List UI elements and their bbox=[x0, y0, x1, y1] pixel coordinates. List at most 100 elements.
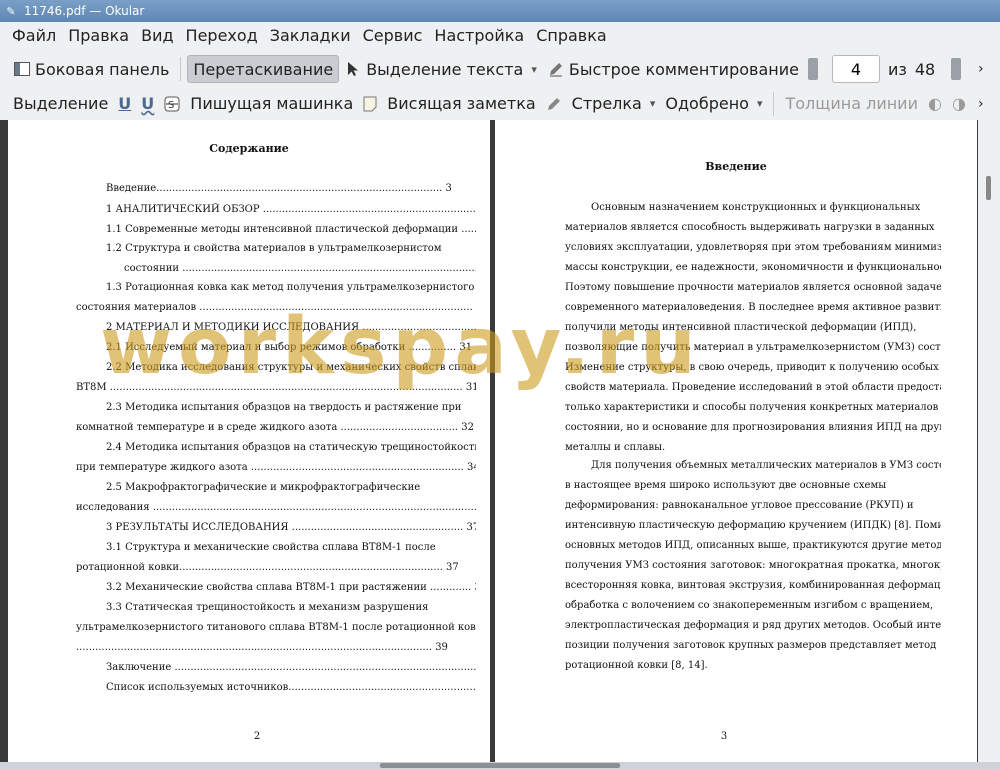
toc-entry[interactable]: 3.3 Статическая трещиностойкость и механ… bbox=[106, 601, 476, 615]
chevron-down-icon[interactable]: ▾ bbox=[650, 97, 656, 110]
text-line: Поэтому повышение прочности материалов я… bbox=[565, 282, 941, 293]
page-of-label: из bbox=[887, 59, 907, 79]
toc-entry[interactable]: Заключение .............................… bbox=[106, 661, 476, 675]
toc-entry[interactable]: состояния материалов ...................… bbox=[76, 301, 476, 315]
toc-entry[interactable]: 2.2 Методика исследования структуры и ме… bbox=[106, 361, 476, 375]
toc-entry[interactable]: 1.1 Современные методы интенсивной пласт… bbox=[106, 223, 476, 237]
text-line: всесторонняя ковка, винтовая экструзия, … bbox=[565, 580, 941, 591]
toolbar-overflow-icon[interactable]: › bbox=[978, 96, 984, 112]
toc-entry[interactable]: Список используемых источников..........… bbox=[106, 681, 476, 695]
text-line: материалов является способность выдержив… bbox=[565, 222, 935, 233]
text-line: свойств материала. Проведение исследован… bbox=[565, 382, 941, 393]
toc-heading: Содержание bbox=[209, 142, 289, 155]
page-number-input[interactable] bbox=[831, 55, 880, 83]
toc-entry[interactable]: комнатной температуре и в среде жидкого … bbox=[76, 421, 476, 435]
squiggly-underline-icon[interactable]: U bbox=[136, 90, 159, 118]
toc-entry[interactable]: 2.1 Исследуемый материал и выбор режимов… bbox=[106, 341, 476, 355]
selection-tool-button[interactable]: Выделение bbox=[8, 90, 113, 118]
fill-color-icon[interactable]: ◑ bbox=[947, 90, 971, 118]
previous-page-icon[interactable] bbox=[807, 58, 818, 80]
title-bar: ✎ 11746.pdf — Okular bbox=[0, 0, 1000, 22]
toc-entry[interactable]: 1.3 Ротационная ковка как метод получени… bbox=[106, 281, 476, 295]
text-line: основных методов ИПД, описанных выше, пр… bbox=[565, 540, 941, 551]
toc-entry[interactable]: исследования ...........................… bbox=[76, 501, 476, 515]
text-line: условиях эксплуатации, удовлетворяя при … bbox=[565, 242, 941, 253]
text-line: обработка с волочением со знакопеременны… bbox=[565, 600, 934, 611]
toc-entry[interactable]: 1.2 Структура и свойства материалов в ул… bbox=[106, 242, 476, 256]
menu-edit[interactable]: Правка bbox=[62, 22, 135, 50]
toc-entry[interactable]: 2.3 Методика испытания образцов на тверд… bbox=[106, 401, 476, 415]
text-select-button[interactable]: Выделение текста ▾ bbox=[339, 55, 542, 83]
text-line: позволяющие получить материал в ультраме… bbox=[565, 342, 941, 353]
page-number: 2 bbox=[253, 731, 261, 742]
menu-file[interactable]: Файл bbox=[6, 22, 62, 50]
drag-mode-button[interactable]: Перетаскивание bbox=[187, 55, 340, 83]
highlighter-icon[interactable] bbox=[541, 90, 567, 118]
okular-app-icon[interactable]: ✎ bbox=[4, 4, 18, 18]
chevron-down-icon[interactable]: ▾ bbox=[757, 97, 763, 110]
menu-help[interactable]: Справка bbox=[530, 22, 613, 50]
toc-entry[interactable]: 2 МАТЕРИАЛ И МЕТОДИКИ ИССЛЕДОВАНИЯ .....… bbox=[106, 321, 476, 335]
typewriter-button[interactable]: Пишущая машинка bbox=[185, 90, 358, 118]
text-select-label: Выделение текста bbox=[366, 59, 524, 79]
intro-heading: Введение bbox=[705, 160, 767, 173]
toc-entry[interactable]: состоянии ..............................… bbox=[124, 262, 476, 276]
text-line: Изменение структуры, в свою очередь, при… bbox=[565, 362, 939, 373]
next-page-icon[interactable] bbox=[951, 58, 962, 80]
stamp-button[interactable]: Одобрено ▾ bbox=[660, 90, 767, 118]
menu-bar: Файл Правка Вид Переход Закладки Сервис … bbox=[0, 22, 1000, 50]
arrow-tool-button[interactable]: Стрелка ▾ bbox=[567, 90, 661, 118]
text-line: Основным назначением конструкционных и ф… bbox=[591, 202, 921, 213]
quick-comment-button[interactable]: Быстрое комментирование bbox=[542, 55, 804, 83]
toc-entry[interactable]: 3 РЕЗУЛЬТАТЫ ИССЛЕДОВАНИЯ ..............… bbox=[106, 521, 476, 535]
text-line: только характеристики и способы получени… bbox=[565, 402, 941, 413]
hanging-note-button[interactable]: Висящая заметка bbox=[382, 90, 540, 118]
toc-entry[interactable]: ........................................… bbox=[76, 641, 476, 655]
toc-entry[interactable]: 3.1 Структура и механические свойства сп… bbox=[106, 541, 476, 555]
toc-entry[interactable]: ВТ8М ...................................… bbox=[76, 381, 476, 395]
strikeout-icon[interactable]: S bbox=[159, 90, 185, 118]
underline-icon[interactable]: U bbox=[113, 90, 136, 118]
svg-text:S: S bbox=[168, 100, 174, 111]
text-line: получения УМЗ состояния заготовок: много… bbox=[565, 560, 941, 571]
toc-entry[interactable]: ротационной ковки.......................… bbox=[76, 561, 476, 575]
vertical-scroll-thumb[interactable] bbox=[986, 176, 991, 200]
horizontal-scroll-thumb[interactable] bbox=[380, 763, 620, 768]
menu-settings[interactable]: Настройка bbox=[428, 22, 530, 50]
cursor-arrow-icon bbox=[344, 60, 362, 78]
toc-entry[interactable]: 2.4 Методика испытания образцов на стати… bbox=[106, 441, 476, 455]
toc-entry[interactable]: Введение................................… bbox=[106, 182, 476, 196]
pen-icon bbox=[547, 60, 565, 78]
line-width-button[interactable]: Толщина линии bbox=[780, 90, 923, 118]
main-toolbar: Боковая панель Перетаскивание Выделение … bbox=[0, 52, 1000, 86]
menu-go[interactable]: Переход bbox=[180, 22, 264, 50]
arrow-tool-label: Стрелка bbox=[571, 94, 642, 113]
text-line: позиции получения заготовок крупных разм… bbox=[565, 640, 937, 651]
text-line: современного материаловедения. В последн… bbox=[565, 302, 941, 313]
menu-bookmarks[interactable]: Закладки bbox=[264, 22, 357, 50]
toc-entry[interactable]: 2.5 Макрофрактографические и микрофракто… bbox=[106, 481, 476, 495]
pdf-page-3: Введение Основным назначением конструкци… bbox=[495, 120, 977, 762]
text-line: в настоящее время широко используют две … bbox=[565, 480, 887, 491]
sidebar-icon bbox=[13, 60, 31, 78]
horizontal-scrollbar[interactable] bbox=[0, 762, 1000, 769]
menu-view[interactable]: Вид bbox=[135, 22, 179, 50]
quick-comment-label: Быстрое комментирование bbox=[568, 59, 799, 79]
text-line: электропластическая деформация и ряд дру… bbox=[565, 620, 941, 631]
toolbar-separator bbox=[180, 57, 182, 81]
menu-tools[interactable]: Сервис bbox=[357, 22, 429, 50]
chevron-down-icon[interactable]: ▾ bbox=[531, 63, 537, 76]
toc-entry[interactable]: ультрамелкозернистого титанового сплава … bbox=[76, 621, 476, 635]
sidebar-toggle-button[interactable]: Боковая панель bbox=[8, 55, 174, 83]
line-color-icon[interactable]: ◐ bbox=[923, 90, 947, 118]
vertical-scrollbar[interactable] bbox=[978, 120, 1000, 762]
toolbar-overflow-icon[interactable]: › bbox=[978, 61, 984, 77]
toc-entry[interactable]: 1 АНАЛИТИЧЕСКИЙ ОБЗОР ..................… bbox=[106, 203, 476, 217]
note-icon[interactable] bbox=[358, 90, 382, 118]
text-line: ротационной ковки [8, 14]. bbox=[565, 660, 708, 671]
toc-entry[interactable]: 3.2 Механические свойства сплава ВТ8М-1 … bbox=[106, 581, 476, 595]
text-line: состоянии, но и основание для прогнозиро… bbox=[565, 422, 941, 433]
toc-entry[interactable]: при температуре жидкого азота ..........… bbox=[76, 461, 476, 475]
annotation-toolbar: Выделение U U S Пишущая машинка Висящая … bbox=[0, 87, 1000, 120]
toolbar-separator bbox=[773, 91, 775, 116]
